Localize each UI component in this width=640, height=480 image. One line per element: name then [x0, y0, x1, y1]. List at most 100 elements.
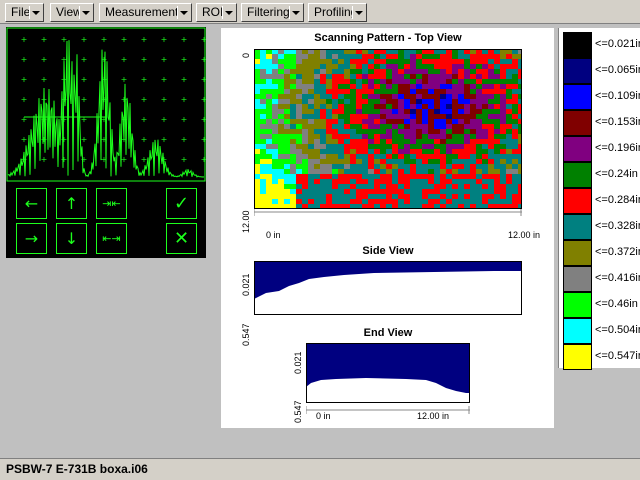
legend-item: <=0.328in [563, 214, 640, 240]
svg-text:+: + [41, 35, 48, 44]
top-view-title: Scanning Pattern - Top View [314, 32, 462, 44]
svg-text:+: + [21, 115, 28, 124]
menu-view[interactable]: View [50, 3, 94, 22]
legend-swatch [563, 214, 592, 240]
menu-filtering[interactable]: Filtering [241, 3, 304, 22]
svg-text:+: + [201, 155, 206, 164]
top-view-x-axis [254, 209, 522, 216]
legend-swatch [563, 110, 592, 136]
menu-file[interactable]: File [5, 3, 44, 22]
a-scan-panel: + + + + + + + + + + + + + + + + + + + + + + + + + + + + + + + + + + + + + + + +… [6, 27, 206, 258]
svg-text:+: + [121, 35, 128, 44]
svg-text:+: + [141, 55, 148, 64]
move-down-button[interactable]: ↓ [56, 223, 87, 254]
legend-swatch [563, 344, 592, 370]
legend-swatch [563, 32, 592, 58]
legend-label: <=0.24in [595, 168, 638, 180]
legend-item: <=0.416in [563, 266, 640, 292]
legend-label: <=0.46in [595, 298, 638, 310]
svg-text:+: + [41, 135, 48, 144]
legend-item: <=0.46in [563, 292, 640, 318]
legend-item: <=0.504in [563, 318, 640, 344]
move-right-button[interactable]: → [16, 223, 47, 254]
end-view-x-right: 12.00 in [417, 411, 450, 421]
svg-text:+: + [181, 75, 188, 84]
legend-swatch [563, 292, 592, 318]
end-view-x-left: 0 in [316, 411, 331, 421]
legend-label: <=0.328in [595, 220, 640, 232]
svg-text:+: + [161, 95, 168, 104]
move-up-button[interactable]: ↑ [56, 188, 87, 219]
legend-item: <=0.065in [563, 58, 640, 84]
a-scan-display: + + + + + + + + + + + + + + + + + + + + + + + + + + + + + + + + + + + + + + + +… [6, 27, 206, 182]
top-view-x-right: 12.00 in [508, 230, 541, 240]
menu-measurements[interactable]: Measurements [99, 3, 192, 22]
widen-button[interactable]: ⇤⇥ [96, 223, 127, 254]
legend-label: <=0.065in [595, 64, 640, 76]
menu-file-label: File [11, 5, 31, 19]
menu-bar: File View Measurements ROI Filtering Pro… [0, 0, 640, 24]
svg-text:+: + [141, 35, 148, 44]
chevron-down-icon [289, 6, 301, 19]
chevron-down-icon [79, 6, 91, 19]
svg-text:+: + [181, 35, 188, 44]
cancel-button[interactable]: ✕ [166, 223, 197, 254]
svg-text:+: + [41, 155, 48, 164]
move-left-button[interactable]: ← [16, 188, 47, 219]
legend-swatch [563, 162, 592, 188]
svg-text:+: + [61, 35, 68, 44]
narrow-button[interactable]: ⇥⇤ [96, 188, 127, 219]
status-bar: PSBW-7 E-731B boxa.i06 [0, 458, 640, 480]
legend-swatch [563, 240, 592, 266]
side-view-depth-area [254, 261, 522, 299]
svg-text:+: + [81, 135, 88, 144]
side-view-y-bottom: 0.547 [241, 323, 251, 346]
top-view-y-top: 0 [241, 52, 251, 58]
legend-item: <=0.109in [563, 84, 640, 110]
accept-button[interactable]: ✓ [166, 188, 197, 219]
svg-text:+: + [201, 75, 206, 84]
svg-text:+: + [161, 55, 168, 64]
menu-filtering-label: Filtering [247, 5, 290, 19]
legend-swatch [563, 266, 592, 292]
legend-item: <=0.284in [563, 188, 640, 214]
menu-measurements-label: Measurements [105, 5, 185, 19]
legend-item: <=0.24in [563, 162, 640, 188]
svg-text:+: + [141, 135, 148, 144]
legend-swatch [563, 58, 592, 84]
legend-swatch [563, 188, 592, 214]
svg-text:+: + [81, 55, 88, 64]
legend-swatch [563, 136, 592, 162]
svg-text:+: + [21, 135, 28, 144]
chevron-down-icon [352, 6, 364, 19]
svg-text:+: + [121, 95, 128, 104]
scan-plots-panel: Scanning Pattern - Top View 0 12.00 0 in… [221, 28, 554, 428]
top-view-y-bottom: 12.00 [241, 210, 251, 233]
svg-text:+: + [201, 95, 206, 104]
svg-text:+: + [161, 135, 168, 144]
svg-text:+: + [201, 115, 206, 124]
svg-text:+: + [81, 115, 88, 124]
legend-swatch [563, 84, 592, 110]
svg-text:+: + [201, 35, 206, 44]
svg-text:+: + [61, 135, 68, 144]
svg-text:+: + [81, 155, 88, 164]
svg-text:+: + [121, 55, 128, 64]
menu-roi[interactable]: ROI [196, 3, 237, 22]
legend-label: <=0.504in [595, 324, 640, 336]
end-view-y-top: 0.021 [293, 351, 303, 374]
legend-label: <=0.416in [595, 272, 640, 284]
legend-label: <=0.196in [595, 142, 640, 154]
svg-text:+: + [181, 135, 188, 144]
side-view-title: Side View [362, 245, 414, 257]
end-view-title: End View [363, 327, 413, 339]
svg-text:+: + [141, 95, 148, 104]
svg-text:+: + [141, 75, 148, 84]
legend-label: <=0.372in [595, 246, 640, 258]
menu-profiling[interactable]: Profiling [308, 3, 367, 22]
svg-text:+: + [181, 95, 188, 104]
svg-text:+: + [161, 115, 168, 124]
legend-item: <=0.021in [563, 32, 640, 58]
legend-item: <=0.153in [563, 110, 640, 136]
svg-text:+: + [161, 35, 168, 44]
